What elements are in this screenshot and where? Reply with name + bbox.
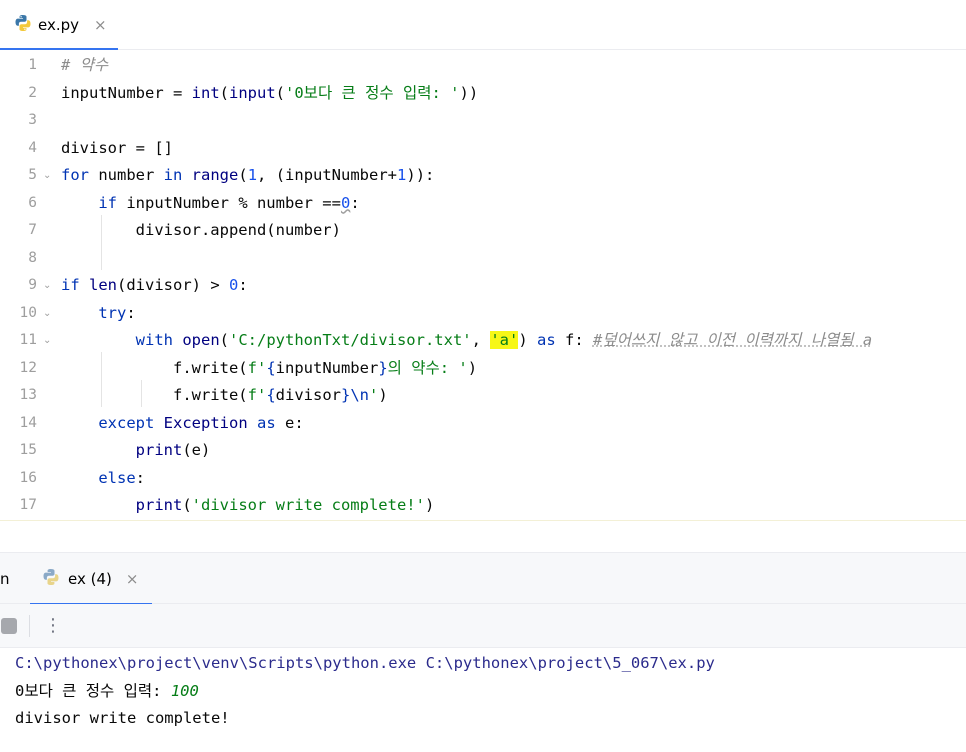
line-number-gutter: 1 2 3 4 5 ⌄ 6 7 8 9 ⌄ 10 ⌄ 11 ⌄ 12 13 14 15 … — [0, 50, 56, 520]
code-line: for number in range(1, (inputNumber+1)): — [61, 166, 435, 184]
line-number: 3 — [28, 112, 37, 128]
line-number: 17 — [19, 497, 37, 513]
line-number: 9 — [28, 277, 37, 293]
fold-chevron-icon[interactable]: ⌄ — [43, 272, 51, 300]
python-icon — [14, 14, 32, 36]
code-line: # 약수 — [61, 56, 109, 74]
line-number: 8 — [28, 249, 37, 266]
console-output-line: divisor write complete! — [15, 709, 230, 727]
line-number: 7 — [28, 222, 37, 238]
close-icon[interactable]: × — [126, 570, 139, 588]
code-line: inputNumber = int(input('0보다 큰 정수 입력: ')… — [61, 83, 479, 102]
code-line: if len(divisor) > 0: — [61, 276, 248, 294]
console-prompt: 0보다 큰 정수 입력: — [15, 681, 171, 700]
run-tab-label: ex (4) — [68, 570, 112, 588]
fold-chevron-icon[interactable]: ⌄ — [43, 327, 51, 355]
line-number: 5 — [28, 167, 37, 183]
editor-tab-label: ex.py — [38, 16, 80, 34]
line-number: 15 — [19, 442, 37, 458]
fold-chevron-icon[interactable]: ⌄ — [43, 162, 51, 190]
code-line: else: — [98, 468, 145, 487]
line-number: 16 — [19, 469, 37, 486]
run-tab-ex-4[interactable]: ex (4) × — [30, 553, 152, 606]
line-number: 11 — [19, 332, 37, 348]
code-line: f.write(f'{divisor}\n') — [172, 386, 388, 404]
editor-bottom-spacer — [0, 520, 966, 552]
run-tab-previous[interactable]: n — [0, 553, 10, 605]
console-command-line: C:\pythonex\project\venv\Scripts\python.… — [15, 654, 715, 672]
line-number: 4 — [28, 139, 37, 156]
editor-tab-ex-py[interactable]: ex.py × — [0, 0, 118, 51]
run-tool-window-header: n ex (4) × — [0, 552, 966, 606]
highlighted-mode-string: 'a' — [490, 331, 519, 349]
line-number: 2 — [28, 84, 37, 101]
code-line: with open('C:/pythonTxt/divisor.txt', 'a… — [135, 331, 873, 349]
line-number: 6 — [28, 194, 37, 211]
code-editor[interactable]: 1 2 3 4 5 ⌄ 6 7 8 9 ⌄ 10 ⌄ 11 ⌄ 12 13 14 15 … — [0, 50, 966, 520]
console-prompt-line: 0보다 큰 정수 입력: 100 — [15, 678, 966, 706]
close-icon[interactable]: × — [94, 16, 107, 34]
code-line: except Exception as e: — [98, 413, 304, 432]
code-line: print('divisor write complete!') — [135, 496, 435, 514]
code-line: divisor = [] — [61, 138, 173, 157]
code-line: if inputNumber % number ==0: — [98, 193, 360, 212]
run-toolbar: ⋮ — [0, 604, 966, 648]
line-number: 13 — [19, 387, 37, 403]
editor-tab-bar: ex.py × — [0, 0, 966, 51]
run-console-output[interactable]: C:\pythonex\project\venv\Scripts\python.… — [0, 648, 966, 752]
code-line: divisor.append(number) — [135, 221, 341, 239]
stop-icon[interactable] — [1, 618, 17, 634]
code-line: f.write(f'{inputNumber}의 약수: ') — [172, 358, 478, 377]
code-line: try: — [98, 303, 136, 322]
toolbar-divider — [29, 615, 30, 637]
line-number: 14 — [19, 414, 37, 431]
code-line: print(e) — [135, 441, 211, 459]
line-number: 12 — [19, 359, 37, 376]
line-number: 10 — [19, 304, 37, 321]
more-options-icon[interactable]: ⋮ — [44, 612, 62, 640]
fold-chevron-icon[interactable]: ⌄ — [43, 300, 51, 328]
code-text-area[interactable]: # 약수 inputNumber = int(input('0보다 큰 정수 입… — [61, 50, 966, 520]
python-icon — [42, 568, 60, 590]
console-user-input: 100 — [170, 681, 199, 700]
line-number: 1 — [28, 57, 37, 73]
